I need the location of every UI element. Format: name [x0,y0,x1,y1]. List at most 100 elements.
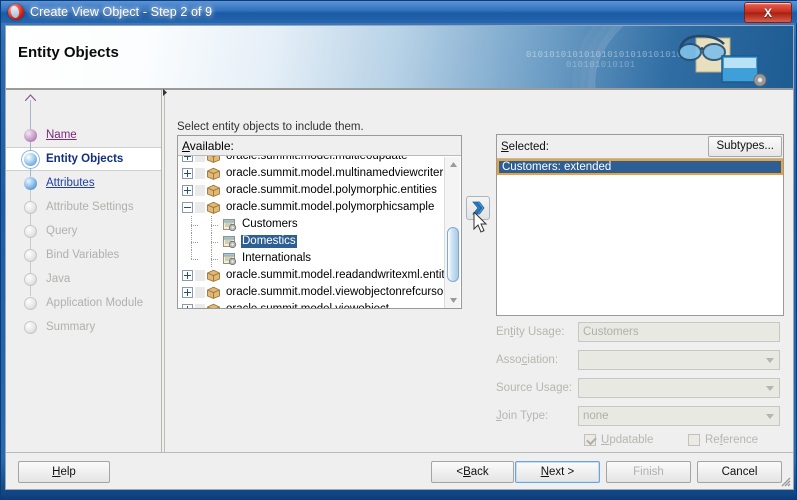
sidebar-item-summary: Summary [6,315,161,339]
tree-indent-guide [182,233,202,250]
selected-label: Selected: [501,140,549,153]
dialog-client-area: Entity Objects 0101010101010101010101010… [5,25,794,490]
association-row: Association: [496,350,780,370]
dialog-button-bar: Help < Back Next > Finish Cancel [6,452,793,489]
tree-line-icon [195,185,205,196]
tree-indent-guide [202,216,222,233]
reference-checkbox-row[interactable]: Reference [688,434,758,446]
tree-scrollbar[interactable] [444,157,460,308]
reference-label: Reference [705,434,759,446]
available-label-header: Available: [178,136,461,156]
source-usage-dropdown[interactable] [578,378,780,398]
current-node-icon [24,152,37,166]
todo-node-icon [24,248,37,262]
table-row[interactable]: oracle.summit.model.multinamedviewcriter… [178,165,452,182]
tree-line-icon [195,156,205,162]
source-usage-label: Source Usage: [496,382,573,394]
table-row[interactable]: Customers [178,216,444,233]
updatable-checkbox-row[interactable]: Updatable [584,434,653,446]
sidebar-item-label: Summary [46,321,96,333]
available-entities-tree[interactable]: Available: oracle.summit.model.multieoup… [177,135,462,309]
entity-usage-form: Entity Usage: Customers Association: Sou… [496,322,786,472]
help-button[interactable]: Help [18,461,110,483]
banner-binary-text-2: 010101010101 [566,60,636,70]
expand-toggle-icon[interactable] [182,304,193,308]
expand-toggle-icon[interactable] [182,270,193,281]
sidebar-item-label: Query [46,225,78,237]
subtypes-button[interactable]: Subtypes... [708,135,782,157]
entity-object-icon [223,219,237,231]
available-label: Available: [182,138,234,153]
chevron-down-icon [766,413,774,419]
expand-toggle-icon[interactable] [182,156,193,162]
tree-line-icon [195,304,205,308]
scroll-up-icon[interactable] [445,157,461,172]
splitter-grip [164,90,165,482]
wizard-banner: Entity Objects 0101010101010101010101010… [6,26,793,88]
tree-line-icon [195,168,205,179]
package-icon [207,303,220,308]
reference-checkbox[interactable] [688,434,700,446]
add-to-selected-button[interactable] [466,196,490,220]
updatable-checkbox[interactable] [584,434,596,446]
join-type-label: Join Type: [496,410,549,422]
title-bar: Create View Object - Step 2 of 9 X [1,1,797,23]
package-icon [207,201,220,214]
tree-item-label: oracle.summit.model.viewobjectonrefcurso… [226,286,448,298]
main-panel: Select entity objects to include them. A… [168,90,793,482]
table-row[interactable]: oracle.summit.model.multieoupdate [178,156,444,165]
tree-item-label: oracle.summit.model.viewobject [225,303,390,308]
instruction-text: Select entity objects to include them. [177,121,364,133]
todo-node-icon [24,320,37,334]
sidebar-item-label: Application Module [46,297,144,309]
table-row[interactable]: oracle.summit.model.polymorphicsample [178,199,444,216]
sidebar-item-label: Attribute Settings [46,201,134,213]
tree-item-label-selected: Domestics [241,235,297,248]
collapse-toggle-icon[interactable] [182,202,193,213]
selected-entities-panel[interactable]: Selected: Subtypes... Customers: extende… [496,134,784,316]
back-button[interactable]: < Back [431,461,514,483]
entity-object-icon [223,236,237,248]
expand-toggle-icon[interactable] [182,168,193,179]
chevron-down-icon [766,357,774,363]
package-icon [207,286,220,299]
table-row[interactable]: oracle.summit.model.viewobjectonrefcurso… [178,284,447,301]
entity-usage-field[interactable]: Customers [578,322,780,342]
dialog-window: Create View Object - Step 2 of 9 X Entit… [0,0,797,500]
scroll-down-icon[interactable] [445,293,461,308]
subtypes-button-label: Subtypes... [716,140,774,152]
window-title: Create View Object - Step 2 of 9 [30,5,213,19]
join-type-dropdown[interactable]: none [578,406,780,426]
resize-grip-icon[interactable] [778,474,791,487]
selected-list[interactable]: Customers: extended [497,159,783,315]
tree-indent-guide [202,250,222,267]
next-button[interactable]: Next > [515,461,600,483]
todo-node-icon [24,296,37,310]
tree-scroll-area[interactable]: oracle.summit.model.multieoupdate oracle… [178,156,461,308]
sidebar-item-label: Bind Variables [46,249,120,261]
todo-node-icon [24,272,37,286]
association-dropdown[interactable] [578,350,780,370]
finish-button: Finish [606,461,691,483]
source-usage-row: Source Usage: [496,378,780,398]
sidebar-item-label: Java [46,273,71,285]
table-row[interactable]: Domestics [178,233,444,250]
tree-item-label: oracle.summit.model.multinamedviewcriter… [226,167,453,179]
expand-toggle-icon[interactable] [182,287,193,298]
expand-toggle-icon[interactable] [182,185,193,196]
join-type-row: Join Type: none [496,406,780,426]
table-row[interactable]: oracle.summit.model.viewobject [178,301,444,308]
cancel-button[interactable]: Cancel [697,461,782,483]
scrollbar-thumb[interactable] [447,227,459,282]
table-row[interactable]: oracle.summit.model.readandwritexml.enti… [178,267,459,284]
table-row[interactable]: oracle.summit.model.polymorphic.entities [178,182,444,199]
tree-rows: oracle.summit.model.multieoupdate oracle… [178,156,459,308]
join-type-value: none [583,410,609,422]
done-node-icon [24,176,37,190]
entity-object-icon [223,253,237,265]
updatable-label: Updatable [601,434,654,446]
list-item[interactable]: Customers: extended [497,159,783,175]
close-icon[interactable]: X [744,2,792,23]
table-row[interactable]: Internationals [178,250,444,267]
tree-item-label: Customers [242,218,298,230]
